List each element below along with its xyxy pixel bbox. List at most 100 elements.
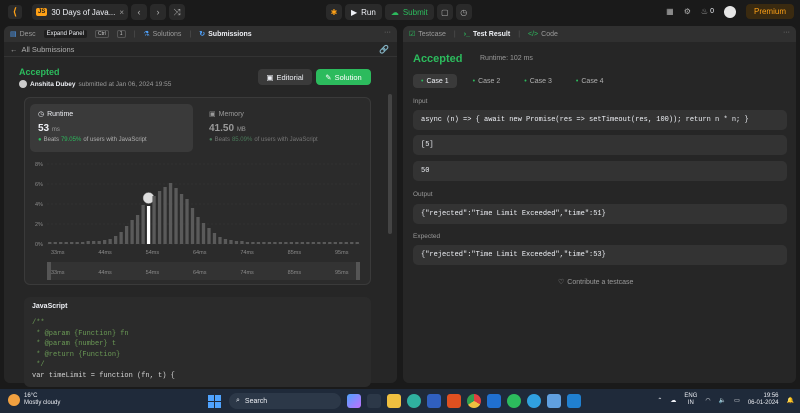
- notification-icon[interactable]: 🔔: [787, 397, 794, 404]
- chart-x-tick-label: 44ms: [98, 250, 112, 256]
- clock-time: 19:56: [763, 393, 779, 399]
- volume-icon[interactable]: 🔈: [719, 397, 726, 404]
- more-options-icon[interactable]: ···: [783, 29, 790, 36]
- runtime-beats-pct: 79.05%: [60, 137, 82, 143]
- pass-dot-icon: •: [421, 77, 424, 85]
- code-line: * @return {Function}: [32, 350, 363, 361]
- chrome-icon[interactable]: [467, 394, 481, 408]
- submission-author: Anshita Dubey submitted at Jan 06, 2024 …: [19, 80, 171, 88]
- pencil-icon: ✎: [325, 72, 332, 82]
- all-submissions-link[interactable]: All Submissions: [22, 45, 75, 54]
- brave-icon[interactable]: [447, 394, 461, 408]
- editorial-button[interactable]: ▣ Editorial: [258, 69, 312, 85]
- wifi-icon[interactable]: ◠: [705, 397, 710, 404]
- notes-button[interactable]: ▢: [436, 4, 453, 20]
- shortcut-number-key: 1: [116, 30, 126, 38]
- leetcode-logo-icon[interactable]: ⟨: [8, 5, 22, 19]
- photos-icon[interactable]: [547, 394, 561, 408]
- close-icon[interactable]: ×: [119, 8, 124, 17]
- input-value[interactable]: async (n) => { await new Promise(res => …: [413, 110, 787, 130]
- link-icon[interactable]: 🔗: [379, 45, 389, 54]
- cloudy-weather-icon: [8, 394, 20, 406]
- chart-y-tick-label: 0%: [35, 242, 43, 248]
- temperature: 16°C: [24, 393, 38, 399]
- clock[interactable]: 19:56 06-01-2024: [748, 393, 779, 407]
- chart-x-tick-label: 74ms: [240, 250, 254, 256]
- chart-bar: [339, 242, 343, 244]
- tab-description[interactable]: ▤ Desc: [10, 30, 36, 39]
- chart-bar: [70, 242, 74, 244]
- input-value[interactable]: [5]: [413, 135, 787, 155]
- case-tab[interactable]: • Case 3: [516, 74, 560, 88]
- case-tab[interactable]: • Case 1: [413, 74, 457, 88]
- chart-bar: [48, 242, 52, 244]
- vscode-icon[interactable]: [567, 394, 581, 408]
- code-line: */: [32, 361, 45, 369]
- left-panel-scrollbar[interactable]: [388, 94, 392, 234]
- input-value[interactable]: 50: [413, 161, 787, 181]
- taskbar-search[interactable]: ⌕ Search: [229, 393, 341, 409]
- chevron-left-icon: ‹: [137, 7, 141, 17]
- runtime-distribution-chart[interactable]: 8% 6% 4% 2% 0% 33ms 44ms 54ms 64ms 74ms 85ms 95ms 33…: [25, 156, 370, 284]
- tab-submissions[interactable]: ↻ Submissions: [199, 30, 251, 39]
- contribute-testcase-link[interactable]: ♡ Contribute a testcase: [558, 278, 633, 287]
- memory-card[interactable]: ▣ Memory 41.50 MB ● Beats 85.09% of users…: [203, 104, 366, 152]
- code-icon: </>: [528, 30, 539, 38]
- tab-test-result[interactable]: ›_ Test Result: [464, 31, 510, 38]
- timer-button[interactable]: ◷: [455, 4, 472, 20]
- tab-testcase[interactable]: ☑ Testcase: [409, 30, 446, 39]
- onedrive-cloud-icon[interactable]: ☁: [670, 397, 676, 404]
- code-line-text: * @param {number} t: [32, 340, 117, 348]
- debug-button[interactable]: ✱: [326, 4, 342, 20]
- edge-icon[interactable]: [407, 394, 421, 408]
- premium-button[interactable]: Premium: [745, 4, 794, 19]
- telegram-icon[interactable]: [527, 394, 541, 408]
- copilot-icon[interactable]: [347, 394, 361, 408]
- run-button[interactable]: ▶ Run: [345, 4, 382, 20]
- chevron-up-icon[interactable]: ⌃: [657, 397, 662, 404]
- streak-counter[interactable]: ♨ 0: [701, 7, 714, 16]
- chart-bar: [355, 242, 359, 244]
- author-name[interactable]: Anshita Dubey: [30, 81, 76, 88]
- chart-bar: [273, 242, 277, 244]
- battery-icon[interactable]: ▭: [734, 397, 740, 404]
- submit-button[interactable]: ☁ Submit: [384, 4, 434, 20]
- expected-value: {"rejected":"Time Limit Exceeded","time"…: [413, 245, 787, 265]
- brush-x-tick-label: 44ms: [98, 270, 112, 276]
- settings-gear-icon[interactable]: ⚙: [684, 7, 691, 16]
- more-options-icon[interactable]: ···: [384, 29, 391, 36]
- folder-icon[interactable]: [387, 394, 401, 408]
- chart-bar: [119, 232, 123, 244]
- layout-icon[interactable]: ▦: [666, 7, 674, 16]
- store-icon[interactable]: [427, 394, 441, 408]
- windows-start-icon[interactable]: [208, 395, 221, 408]
- clock-icon: ◷: [38, 111, 45, 118]
- tab-description-label: Desc: [19, 30, 36, 38]
- case-tab[interactable]: • Case 4: [568, 74, 612, 88]
- language-indicator[interactable]: ENG IN: [684, 393, 697, 407]
- tab-code[interactable]: </> Code: [528, 31, 558, 38]
- case-tab[interactable]: • Case 2: [465, 74, 509, 88]
- chart-bar: [350, 242, 354, 244]
- top-nav: ⟨ JS 30 Days of Java... × ‹ › ⤨ ✱ ▶ Run …: [0, 0, 800, 24]
- runtime-card[interactable]: ◷ Runtime 53 ms ● Beats 79.05% of users w…: [30, 104, 193, 152]
- case-label: Case 3: [529, 77, 552, 85]
- tab-solutions[interactable]: ⚗ Solutions: [143, 30, 181, 39]
- whatsapp-icon[interactable]: [507, 394, 521, 408]
- windows-taskbar: 16°C Mostly cloudy ⌕ Search ⌃ ☁ ENG IN ◠…: [0, 389, 800, 413]
- next-problem-button[interactable]: ›: [150, 4, 167, 20]
- user-avatar[interactable]: [723, 5, 736, 18]
- arrow-left-icon[interactable]: ←: [10, 45, 18, 54]
- study-plan-pill[interactable]: JS 30 Days of Java... ×: [32, 4, 129, 20]
- chart-bar: [53, 242, 57, 244]
- file-explorer-icon[interactable]: [367, 394, 381, 408]
- chart-bar: [130, 220, 134, 244]
- code-line: /**: [32, 319, 45, 327]
- solution-button[interactable]: ✎ Solution: [316, 69, 371, 85]
- shuffle-icon: ⤨: [173, 6, 181, 17]
- shuffle-button[interactable]: ⤨: [169, 4, 186, 20]
- outlook-icon[interactable]: [487, 394, 501, 408]
- prev-problem-button[interactable]: ‹: [131, 4, 148, 20]
- chart-bar: [179, 194, 184, 244]
- weather-widget[interactable]: 16°C Mostly cloudy: [8, 393, 60, 407]
